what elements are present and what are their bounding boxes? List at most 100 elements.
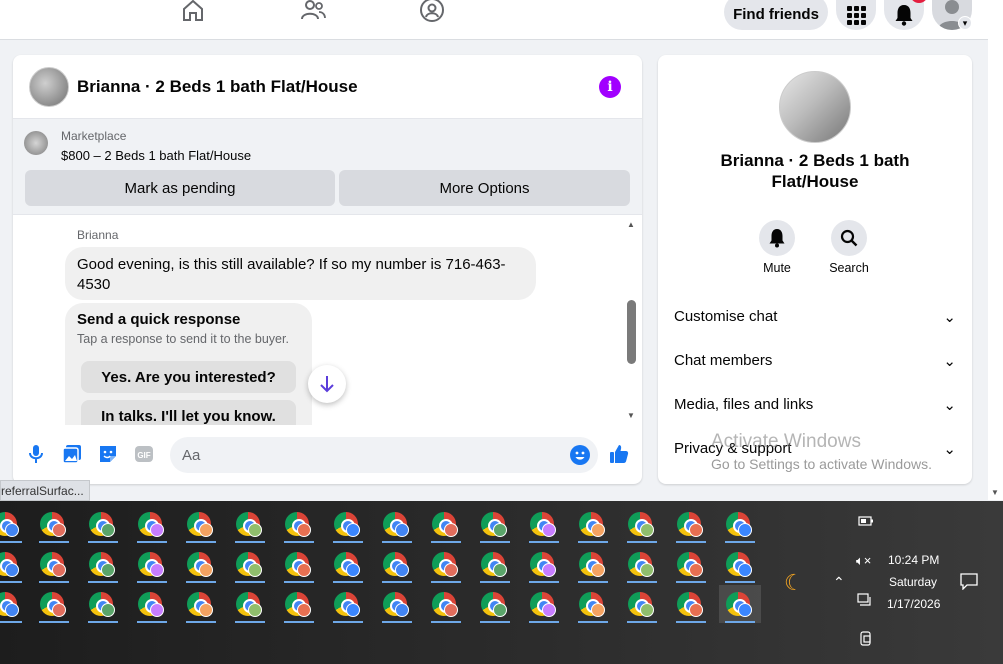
chrome-profile-taskbar-item[interactable]	[327, 585, 369, 623]
chrome-profile-taskbar-item[interactable]	[523, 545, 565, 583]
chrome-profile-taskbar-item[interactable]	[0, 585, 28, 623]
photo-gallery-icon[interactable]	[61, 443, 83, 465]
bell-icon[interactable]	[759, 220, 795, 256]
chat-avatar[interactable]	[29, 67, 69, 107]
scroll-down-arrow-icon[interactable]: ▼	[991, 488, 999, 497]
chrome-profile-taskbar-item[interactable]	[670, 545, 712, 583]
chrome-profile-taskbar-item[interactable]	[180, 545, 222, 583]
chrome-profile-taskbar-item[interactable]	[572, 505, 614, 543]
section-chat-members[interactable]: Chat members ⌄	[674, 352, 956, 370]
chrome-profile-taskbar-item[interactable]	[572, 585, 614, 623]
chrome-profile-taskbar-item[interactable]	[0, 505, 28, 543]
info-icon[interactable]: i	[599, 76, 621, 98]
profile-badge-icon	[542, 563, 556, 577]
quick-response-option[interactable]: In talks. I'll let you know.	[81, 400, 296, 425]
like-thumbs-up-icon[interactable]	[608, 443, 630, 465]
chrome-profile-taskbar-item[interactable]	[474, 545, 516, 583]
section-media-files-links[interactable]: Media, files and links ⌄	[674, 396, 956, 414]
profile-badge-icon	[591, 603, 605, 617]
chrome-profile-taskbar-item[interactable]	[523, 585, 565, 623]
clock-time[interactable]: 10:24 PM	[888, 553, 939, 567]
chrome-profile-taskbar-item[interactable]	[229, 585, 271, 623]
speaker-muted-icon[interactable]: 🔈︎×	[856, 553, 871, 569]
chrome-profile-taskbar-item[interactable]	[523, 505, 565, 543]
chrome-profile-taskbar-item[interactable]	[131, 545, 173, 583]
chrome-profile-taskbar-item[interactable]	[621, 505, 663, 543]
chrome-profile-taskbar-item[interactable]	[376, 545, 418, 583]
chrome-profile-taskbar-item[interactable]	[229, 545, 271, 583]
chrome-profile-taskbar-item[interactable]	[376, 505, 418, 543]
gif-icon[interactable]: GIF	[133, 443, 155, 465]
mute-action[interactable]: Mute	[747, 220, 807, 275]
chrome-profile-taskbar-item[interactable]	[474, 585, 516, 623]
chrome-profile-taskbar-item[interactable]	[180, 585, 222, 623]
contact-avatar[interactable]	[779, 71, 851, 143]
friends-icon[interactable]	[300, 0, 326, 23]
mark-as-pending-button[interactable]: Mark as pending	[25, 170, 335, 206]
sticker-icon[interactable]	[97, 443, 119, 465]
chrome-profile-taskbar-item[interactable]	[474, 505, 516, 543]
notifications-bell-icon[interactable]	[884, 0, 924, 30]
section-customise-chat[interactable]: Customise chat ⌄	[674, 308, 956, 326]
chrome-profile-taskbar-item[interactable]	[425, 585, 467, 623]
chrome-profile-taskbar-item[interactable]	[719, 505, 761, 543]
chevron-up-icon[interactable]: ⌃	[833, 574, 845, 591]
chrome-profile-taskbar-item[interactable]	[621, 545, 663, 583]
chrome-profile-taskbar-item[interactable]	[327, 505, 369, 543]
chevron-down-icon[interactable]: ▾	[958, 16, 972, 30]
chrome-profile-taskbar-item[interactable]	[425, 505, 467, 543]
chrome-profile-taskbar-item[interactable]	[327, 545, 369, 583]
chrome-profile-taskbar-item[interactable]	[425, 545, 467, 583]
chrome-profile-taskbar-item[interactable]	[33, 545, 75, 583]
chrome-profile-taskbar-item[interactable]	[670, 505, 712, 543]
message-scrollbar-thumb[interactable]	[627, 300, 636, 364]
chrome-profile-taskbar-item[interactable]	[33, 505, 75, 543]
chrome-profile-taskbar-item[interactable]	[278, 545, 320, 583]
listing-title[interactable]: $800 – 2 Beds 1 bath Flat/House	[61, 148, 251, 163]
chat-title[interactable]: Brianna · 2 Beds 1 bath Flat/House	[77, 77, 358, 97]
chrome-profile-taskbar-item[interactable]	[621, 585, 663, 623]
chrome-profile-taskbar-item[interactable]	[719, 585, 761, 623]
chrome-profile-taskbar-item[interactable]	[719, 545, 761, 583]
clock-date[interactable]: 1/17/2026	[887, 597, 940, 611]
chrome-profile-taskbar-item[interactable]	[82, 585, 124, 623]
scroll-up-arrow-icon[interactable]: ▲	[627, 220, 635, 229]
chrome-profile-taskbar-item[interactable]	[229, 505, 271, 543]
chrome-profile-taskbar-item[interactable]	[376, 585, 418, 623]
quick-response-option[interactable]: Yes. Are you interested?	[81, 361, 296, 393]
chrome-profile-taskbar-item[interactable]	[278, 505, 320, 543]
chrome-profile-taskbar-item[interactable]	[670, 585, 712, 623]
find-friends-button[interactable]: Find friends	[724, 0, 828, 30]
chrome-profile-taskbar-item[interactable]	[131, 505, 173, 543]
chrome-profile-taskbar-item[interactable]	[180, 505, 222, 543]
emoji-icon[interactable]	[570, 445, 590, 465]
night-light-icon[interactable]: ☾	[784, 570, 804, 596]
listing-thumbnail[interactable]	[24, 131, 48, 155]
search-action[interactable]: Search	[819, 220, 879, 275]
search-icon[interactable]	[831, 220, 867, 256]
notification-center-icon[interactable]	[960, 573, 978, 593]
microphone-icon[interactable]	[25, 443, 47, 465]
more-options-button[interactable]: More Options	[339, 170, 630, 206]
home-icon[interactable]	[180, 0, 206, 23]
page-scrollbar[interactable]: ▼	[988, 0, 1003, 500]
phone-link-icon[interactable]	[860, 631, 872, 650]
chrome-profile-taskbar-item[interactable]	[82, 505, 124, 543]
chrome-profile-taskbar-item[interactable]	[0, 545, 28, 583]
chrome-profile-taskbar-item[interactable]	[82, 545, 124, 583]
chrome-profile-taskbar-item[interactable]	[33, 585, 75, 623]
groups-icon[interactable]	[419, 0, 445, 23]
menu-grid-icon[interactable]	[836, 0, 876, 30]
network-icon[interactable]	[857, 593, 873, 610]
message-input[interactable]: Aa	[170, 437, 598, 473]
scroll-to-bottom-button[interactable]	[308, 365, 346, 403]
scroll-down-arrow-icon[interactable]: ▼	[627, 411, 635, 420]
clock-day[interactable]: Saturday	[889, 575, 937, 589]
quick-response-title: Send a quick response	[77, 311, 241, 328]
battery-icon[interactable]	[858, 515, 874, 529]
contact-name[interactable]: Brianna · 2 Beds 1 bath Flat/House	[698, 150, 932, 192]
chrome-profile-taskbar-item[interactable]	[131, 585, 173, 623]
chrome-profile-taskbar-item[interactable]	[278, 585, 320, 623]
chrome-profile-taskbar-item[interactable]	[572, 545, 614, 583]
message-bubble[interactable]: Good evening, is this still available? I…	[65, 247, 536, 300]
